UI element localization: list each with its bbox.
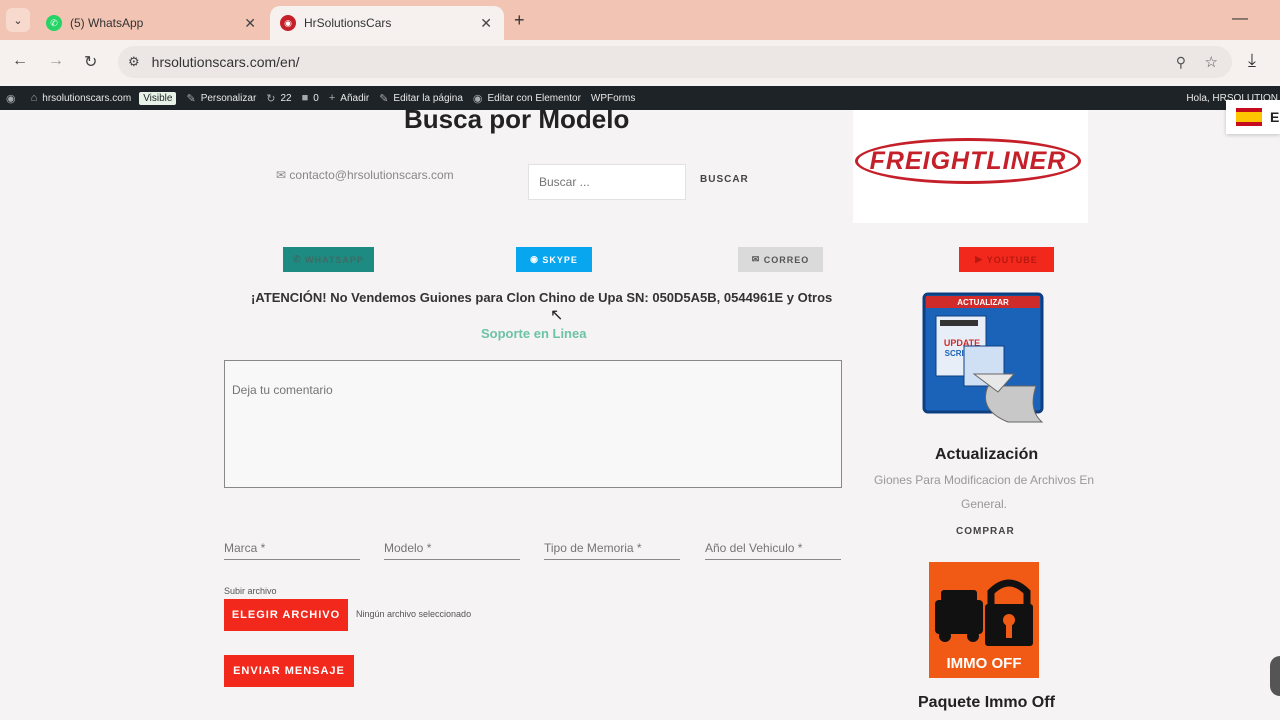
admin-elementor-link[interactable]: ◉ Editar con Elementor <box>473 92 581 105</box>
close-icon[interactable]: ✕ <box>480 15 492 32</box>
tab-whatsapp[interactable]: ✆ (5) WhatsApp ✕ <box>36 6 268 40</box>
contact-email[interactable]: ✉ contacto@hrsolutionscars.com <box>276 168 454 182</box>
buy-button[interactable]: COMPRAR <box>956 526 1015 537</box>
immo-off-image[interactable]: IMMO OFF <box>929 562 1039 678</box>
wordpress-logo-icon[interactable]: ◉ <box>6 92 21 105</box>
tab-title: HrSolutionsCars <box>304 16 392 30</box>
chevron-down-icon: ⌄ <box>13 14 23 27</box>
admin-comments-link[interactable]: ■ 0 <box>302 92 319 104</box>
tab-title: (5) WhatsApp <box>70 16 144 30</box>
envelope-icon: ✉ <box>751 254 764 264</box>
close-icon[interactable]: ✕ <box>244 15 256 32</box>
brand-field[interactable] <box>224 526 360 560</box>
reload-icon[interactable]: ↻ <box>84 52 97 72</box>
freightliner-logo[interactable]: FREIGHTLINER <box>853 110 1088 223</box>
minimize-button[interactable]: — <box>1232 10 1248 28</box>
visibility-badge: Visible <box>139 91 177 105</box>
immo-image-text: IMMO OFF <box>947 655 1022 672</box>
url-text[interactable]: hrsolutionscars.com/en/ <box>152 54 300 70</box>
pencil-icon: ✎ <box>379 92 389 105</box>
immo-off-title: Paquete Immo Off <box>918 694 1055 711</box>
download-icon[interactable]: ⤓ <box>1248 50 1256 71</box>
elementor-icon: ◉ <box>472 92 483 105</box>
page-content: Busca por Modelo ✉ contacto@hrsolutionsc… <box>0 110 1280 720</box>
brush-icon: ✎ <box>186 92 196 105</box>
browser-toolbar: ← → ↻ ⚙ hrsolutionscars.com/en/ ⚲ ☆ ⤓ <box>0 40 1280 84</box>
email-button[interactable]: ✉ CORREO <box>738 247 823 272</box>
new-tab-button[interactable]: + <box>514 10 525 31</box>
update-description: Giones Para Modificacion de Archivos En … <box>873 473 1095 511</box>
no-file-text: Ningún archivo seleccionado <box>356 609 472 619</box>
whatsapp-icon: ✆ <box>46 15 62 31</box>
skype-icon: ◉ <box>530 254 543 264</box>
site-favicon-icon: ◉ <box>280 15 296 31</box>
wp-admin-bar: ◉ ⌂ hrsolutionscars.com Visible ✎ Person… <box>0 86 1280 110</box>
update-title: Actualización <box>935 446 1039 463</box>
plus-icon: + <box>328 92 336 104</box>
memory-type-field[interactable] <box>544 526 680 560</box>
language-label: E <box>1270 109 1280 125</box>
vehicle-year-field[interactable] <box>705 526 841 560</box>
admin-site-link[interactable]: ⌂ hrsolutionscars.com Visible <box>30 91 177 105</box>
home-icon: ⌂ <box>30 92 38 104</box>
envelope-icon: ✉ <box>276 168 287 182</box>
page-heading: Busca por Modelo <box>404 110 630 134</box>
youtube-icon: ▶ <box>975 254 987 264</box>
upload-label: Subir archivo <box>224 586 277 596</box>
language-switcher[interactable]: E <box>1226 100 1280 134</box>
scrollbar-thumb[interactable] <box>1270 656 1280 696</box>
address-bar[interactable]: ⚙ hrsolutionscars.com/en/ ⚲ ☆ <box>118 46 1232 78</box>
zoom-icon[interactable]: ⚲ <box>1176 54 1186 71</box>
tab-hrsolutionscars[interactable]: ◉ HrSolutionsCars ✕ <box>270 6 504 40</box>
admin-add-new-link[interactable]: + Añadir <box>329 92 369 104</box>
whatsapp-button[interactable]: ✆ WHATSAPP <box>283 247 374 272</box>
site-settings-icon[interactable]: ⚙ <box>128 54 140 70</box>
search-input[interactable] <box>528 164 686 200</box>
admin-updates-link[interactable]: ↻ 22 <box>266 92 291 105</box>
back-arrow-icon[interactable]: ← <box>12 52 28 70</box>
attention-notice: ¡ATENCIÓN! No Vendemos Guiones para Clon… <box>251 290 833 305</box>
comment-textarea[interactable] <box>224 360 842 488</box>
bookmark-star-icon[interactable]: ☆ <box>1205 53 1218 71</box>
forward-arrow-icon[interactable]: → <box>48 52 64 70</box>
skype-button[interactable]: ◉ SKYPE <box>516 247 592 272</box>
mouse-cursor-icon: ↖ <box>550 307 564 324</box>
youtube-button[interactable]: ▶ YOUTUBE <box>959 247 1054 272</box>
tab-search-button[interactable]: ⌄ <box>6 8 30 32</box>
comment-icon: ■ <box>301 92 309 104</box>
model-field[interactable] <box>384 526 520 560</box>
update-scripts-image[interactable]: ACTUALIZAR UPDATE SCRIPTS <box>918 290 1050 430</box>
logo-text: FREIGHTLINER <box>869 146 1067 175</box>
spain-flag-icon <box>1236 108 1262 126</box>
whatsapp-icon: ✆ <box>293 254 306 264</box>
admin-wpforms-link[interactable]: WPForms <box>591 93 635 104</box>
update-image-top-text: ACTUALIZAR <box>957 298 1009 307</box>
admin-edit-page-link[interactable]: ✎ Editar la página <box>379 92 463 105</box>
admin-customize-link[interactable]: ✎ Personalizar <box>186 92 256 105</box>
search-button[interactable]: BUSCAR <box>700 174 749 185</box>
send-message-button[interactable]: ENVIAR MENSAJE <box>224 655 354 687</box>
choose-file-button[interactable]: ELEGIR ARCHIVO <box>224 599 348 631</box>
updates-icon: ↻ <box>266 92 276 105</box>
browser-tabbar: ⌄ ✆ (5) WhatsApp ✕ ◉ HrSolutionsCars ✕ +… <box>0 0 1280 40</box>
support-heading: Soporte en Linea <box>481 326 587 341</box>
